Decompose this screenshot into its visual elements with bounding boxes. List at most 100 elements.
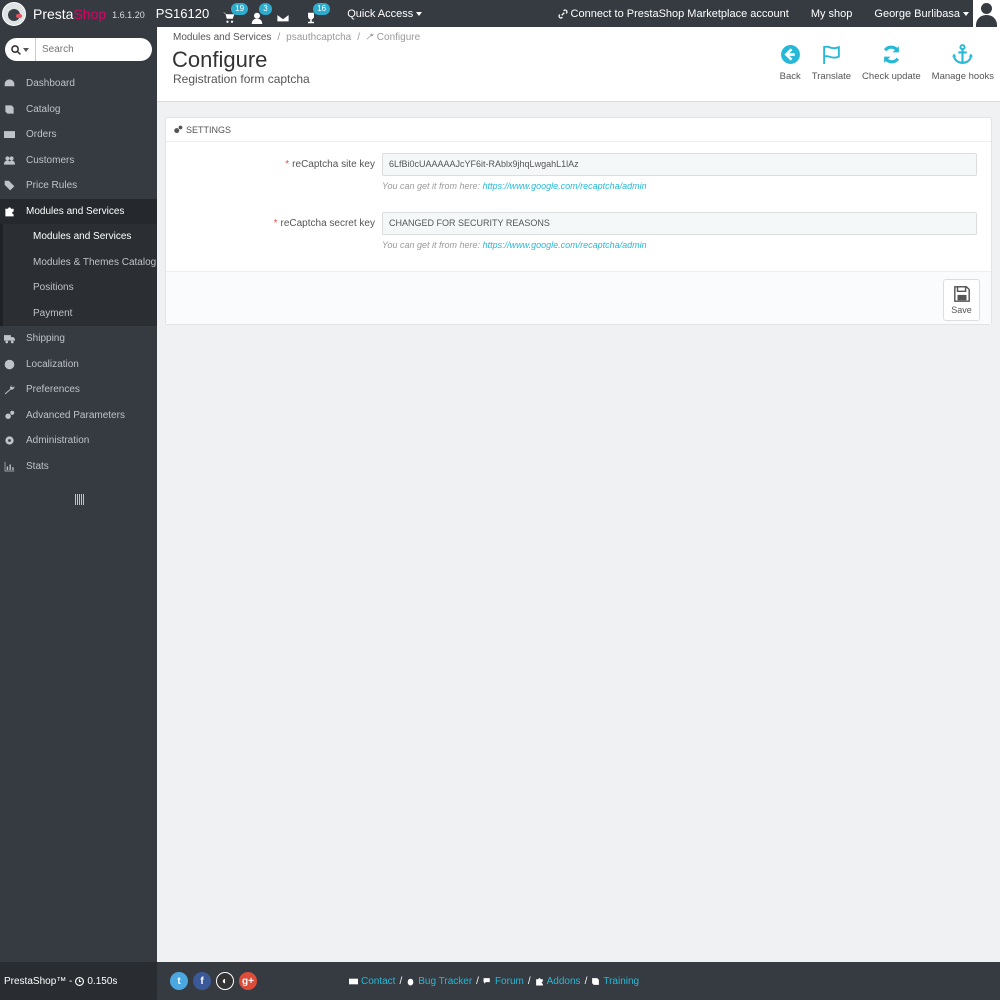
sidebar: Dashboard Catalog Orders Customers Price…: [0, 27, 157, 962]
sidebar-item-price-rules[interactable]: Price Rules: [0, 173, 157, 199]
orders-badge: 19: [231, 2, 249, 15]
bar-chart-icon: [4, 461, 15, 472]
puzzle-icon: [5, 207, 14, 217]
user-menu[interactable]: George Burlibasa: [874, 8, 969, 20]
refresh-icon: [883, 45, 900, 64]
sidebar-item-administration[interactable]: Administration: [0, 428, 157, 454]
page-subtitle: Registration form captcha: [173, 72, 310, 86]
secret-key-help: You can get it from here: https://www.go…: [382, 240, 647, 250]
site-key-help: You can get it from here: https://www.go…: [382, 181, 647, 191]
secret-key-field[interactable]: CHANGED FOR SECURITY REASONS: [382, 212, 977, 235]
manage-hooks-button[interactable]: Manage hooks: [932, 44, 994, 82]
toolbar: Back Translate Check update Manage hooks: [769, 44, 994, 82]
cogs-icon: [174, 125, 183, 133]
site-key-field[interactable]: 6LfBi0cUAAAAAJcYF6it-RAblx9jhqLwgahL1lAz: [382, 153, 977, 176]
customers-notification[interactable]: 3: [251, 2, 272, 24]
collapse-sidebar-icon[interactable]: [75, 494, 84, 505]
marketplace-connect-link[interactable]: Connect to PrestaShop Marketplace accoun…: [557, 8, 789, 20]
submenu-item-positions[interactable]: Positions: [3, 275, 157, 301]
brand-name: PrestaShop: [33, 5, 107, 22]
footer: PrestaShop™ - 0.150s t f ◐ g+ Contact / B…: [0, 962, 1000, 1000]
top-navbar: PrestaShop 1.6.1.20 PS16120 19 3 16 Quic…: [0, 0, 1000, 27]
settings-panel: SETTINGS * reCaptcha site key 6LfBi0cUAAA…: [165, 117, 992, 325]
users-icon: [4, 156, 15, 165]
breadcrumb-item[interactable]: psauthcaptcha: [286, 32, 351, 43]
clock-icon: [75, 976, 85, 986]
sidebar-item-customers[interactable]: Customers: [0, 148, 157, 174]
recaptcha-admin-link[interactable]: https://www.google.com/recaptcha/admin: [483, 240, 647, 250]
translate-button[interactable]: Translate: [812, 44, 851, 82]
forum-link[interactable]: Forum: [495, 976, 524, 987]
sidebar-item-advanced-parameters[interactable]: Advanced Parameters: [0, 403, 157, 429]
panel-heading: SETTINGS: [166, 118, 991, 142]
sidebar-item-orders[interactable]: Orders: [0, 122, 157, 148]
training-link[interactable]: Training: [603, 976, 639, 987]
logo[interactable]: PrestaShop 1.6.1.20: [0, 0, 145, 27]
floppy-disk-icon: [953, 286, 970, 302]
shop-name[interactable]: PS16120: [156, 6, 210, 21]
messages-notification[interactable]: [277, 4, 295, 24]
footer-brand: PrestaShop™ - 0.150s: [0, 962, 157, 1000]
breadcrumb-current: Configure: [366, 32, 420, 43]
caret-down-icon: [416, 11, 423, 16]
quick-access-dropdown[interactable]: Quick Access: [347, 8, 423, 20]
envelope-icon: [277, 13, 290, 22]
twitter-icon[interactable]: t: [170, 972, 188, 990]
sidebar-item-dashboard[interactable]: Dashboard: [0, 71, 157, 97]
wrench-icon: [4, 385, 15, 395]
site-key-label: * reCaptcha site key: [285, 159, 375, 170]
addons-link[interactable]: Addons: [547, 976, 581, 987]
customers-badge: 3: [259, 2, 272, 15]
facebook-icon[interactable]: f: [193, 972, 211, 990]
bug-icon: [407, 978, 414, 985]
envelope-icon: [349, 978, 358, 984]
main-menu: Dashboard Catalog Orders Customers Price…: [0, 71, 157, 479]
submenu-item-catalog[interactable]: Modules & Themes Catalog: [3, 250, 157, 276]
caret-down-icon: [23, 47, 29, 52]
my-shop-link[interactable]: My shop: [811, 8, 853, 20]
tags-icon: [4, 180, 15, 191]
sidebar-item-stats[interactable]: Stats: [0, 454, 157, 480]
trophy-notification[interactable]: 16: [305, 2, 331, 24]
page-title: Configure: [172, 47, 268, 72]
credit-card-icon: [4, 131, 15, 139]
cog-icon: [5, 436, 14, 445]
prestashop-logo-icon: [2, 1, 26, 26]
sidebar-item-shipping[interactable]: Shipping: [0, 326, 157, 352]
flag-icon: [823, 45, 840, 64]
contact-link[interactable]: Contact: [361, 976, 395, 987]
chain-link-icon: [557, 8, 568, 19]
page-header: Modules and Services / psauthcaptcha / C…: [157, 27, 1000, 102]
check-update-button[interactable]: Check update: [862, 44, 921, 82]
sidebar-item-preferences[interactable]: Preferences: [0, 377, 157, 403]
search-input[interactable]: [42, 44, 142, 55]
breadcrumb-item[interactable]: Modules and Services: [173, 32, 271, 43]
globe-icon: [4, 359, 15, 370]
github-icon[interactable]: ◐: [216, 972, 234, 990]
back-button[interactable]: Back: [780, 44, 801, 82]
footer-links: Contact / Bug Tracker / Forum / Addons / Tra…: [349, 976, 639, 987]
bug-tracker-link[interactable]: Bug Tracker: [418, 976, 472, 987]
google-plus-icon[interactable]: g+: [239, 972, 257, 990]
submenu-item-modules-services[interactable]: Modules and Services: [3, 224, 157, 250]
version-label: 1.6.1.20: [112, 9, 145, 20]
trophy-badge: 16: [313, 2, 331, 15]
wrench-icon: [366, 32, 374, 40]
dashboard-icon: [4, 79, 15, 87]
social-links: t f ◐ g+: [170, 972, 257, 990]
submenu-item-payment[interactable]: Payment: [3, 301, 157, 327]
save-button[interactable]: Save: [943, 279, 980, 321]
puzzle-icon: [535, 977, 543, 985]
sidebar-item-modules[interactable]: Modules and Services: [0, 198, 157, 224]
search-type-button[interactable]: [5, 38, 36, 61]
recaptcha-admin-link[interactable]: https://www.google.com/recaptcha/admin: [483, 181, 647, 191]
sidebar-item-localization[interactable]: Localization: [0, 352, 157, 378]
sidebar-item-catalog[interactable]: Catalog: [0, 97, 157, 123]
caret-down-icon: [963, 11, 969, 16]
secret-key-label: * reCaptcha secret key: [273, 218, 375, 229]
search-icon: [11, 44, 21, 55]
orders-notification[interactable]: 19: [223, 2, 249, 24]
avatar[interactable]: [973, 0, 1000, 27]
book-icon: [5, 105, 14, 114]
arrow-circle-left-icon: [780, 45, 800, 64]
